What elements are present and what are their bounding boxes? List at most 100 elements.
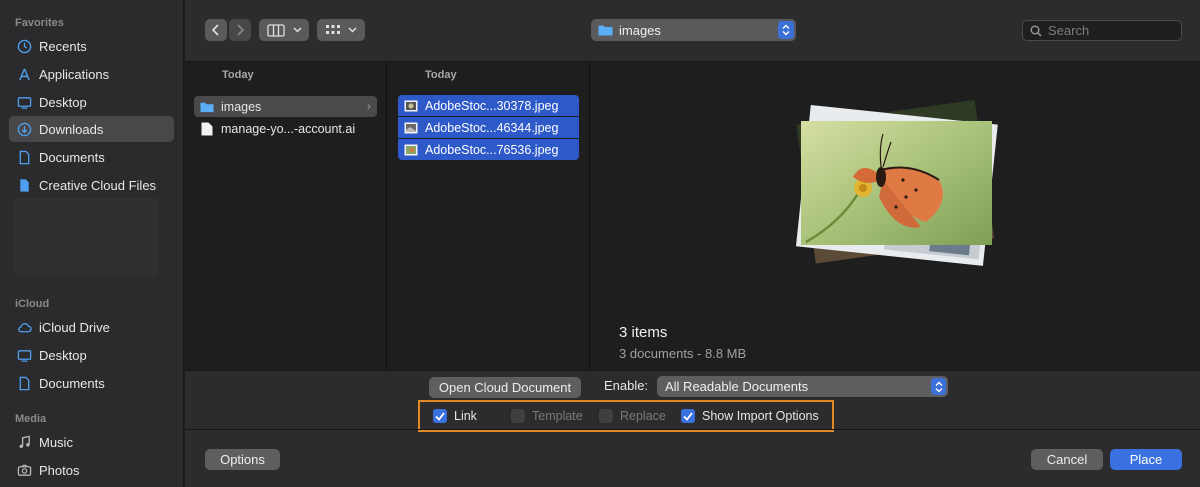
sidebar-item-label: Desktop (39, 347, 87, 363)
desktop-icon (17, 348, 32, 363)
sidebar-item-label: Photos (39, 462, 80, 478)
forward-button[interactable] (229, 19, 251, 41)
list-item-label: AdobeStoc...46344.jpeg (425, 120, 559, 135)
enable-select-value: All Readable Documents (665, 379, 809, 394)
clock-icon (17, 39, 32, 54)
grid-icon (325, 24, 341, 36)
search-icon (1030, 25, 1042, 37)
applications-icon (17, 67, 32, 82)
file-icon (200, 122, 214, 136)
browser-column-2[interactable]: Today AdobeStoc...30378.jpeg AdobeStoc..… (388, 62, 590, 370)
chevron-right-icon: › (367, 99, 371, 113)
path-popup-label: images (619, 22, 661, 38)
columns-view-icon (266, 23, 285, 37)
sidebar-item-icloud-documents[interactable]: Documents (9, 370, 174, 396)
checkmark-icon (433, 409, 447, 423)
enable-label: Enable: (604, 378, 649, 393)
media-section-title: Media (15, 413, 47, 425)
list-item-image-1[interactable]: AdobeStoc...30378.jpeg (398, 95, 579, 116)
show-import-options-checkbox[interactable]: Show Import Options (681, 409, 819, 423)
checkbox-label: Link (454, 409, 477, 423)
chevron-left-icon (211, 24, 221, 36)
search-field[interactable]: Search (1022, 20, 1182, 41)
list-item-label: AdobeStoc...76536.jpeg (425, 142, 559, 157)
music-icon (17, 435, 32, 450)
sidebar-item-label: Desktop (39, 94, 87, 110)
sidebar-item-label: iCloud Drive (39, 319, 110, 335)
view-mode-button[interactable] (259, 19, 309, 41)
document-icon (17, 150, 32, 165)
folder-icon (598, 24, 613, 36)
sidebar-item-label: Creative Cloud Files (39, 177, 157, 193)
sidebar-item-label: Documents (39, 149, 105, 165)
list-item-image-2[interactable]: AdobeStoc...46344.jpeg (398, 117, 579, 138)
preview-title: 3 items (619, 324, 668, 341)
sidebar-item-creative-cloud-files[interactable]: Creative Cloud Files (9, 172, 174, 198)
bottom-bar: Open Cloud Document Enable: All Readable… (185, 370, 1200, 487)
sidebar: Favorites Recents Applications Desktop D… (0, 0, 184, 487)
options-button[interactable]: Options (205, 449, 280, 470)
chevron-right-icon (235, 24, 245, 36)
icloud-section-title: iCloud (15, 298, 50, 310)
sidebar-item-photos[interactable]: Photos (9, 457, 174, 483)
sidebar-item-desktop[interactable]: Desktop (9, 89, 174, 115)
back-button[interactable] (205, 19, 227, 41)
document-icon (17, 376, 32, 391)
sidebar-item-icloud-desktop[interactable]: Desktop (9, 342, 174, 368)
divider (185, 429, 1200, 430)
list-item-label: AdobeStoc...30378.jpeg (425, 98, 559, 113)
downloads-icon (17, 122, 32, 137)
checkmark-icon (681, 409, 695, 423)
list-item-images-folder[interactable]: images › (194, 96, 377, 117)
column-header: Today (425, 69, 457, 81)
checkbox-label: Replace (620, 409, 666, 423)
image-file-icon (404, 121, 418, 135)
template-checkbox[interactable]: Template (511, 409, 583, 423)
column-header: Today (222, 69, 254, 81)
path-popup[interactable]: images (591, 19, 796, 41)
camera-icon (17, 463, 32, 478)
sidebar-item-downloads[interactable]: Downloads (9, 116, 174, 142)
list-item-file[interactable]: manage-yo...-account.ai (194, 118, 377, 139)
cancel-button[interactable]: Cancel (1031, 449, 1103, 470)
link-checkbox[interactable]: Link (433, 409, 477, 423)
place-button[interactable]: Place (1110, 449, 1182, 470)
browser-column-1[interactable]: Today images › manage-yo...-account.ai (185, 62, 387, 370)
chevron-down-icon (292, 27, 302, 33)
obscured-region (14, 198, 158, 276)
cloud-icon (17, 320, 32, 335)
checkbox-box (599, 409, 613, 423)
list-item-label: images (221, 99, 262, 114)
favorites-section-title: Favorites (15, 17, 64, 29)
image-stack-preview (795, 99, 998, 266)
list-item-image-3[interactable]: AdobeStoc...76536.jpeg (398, 139, 579, 160)
sidebar-item-recents[interactable]: Recents (9, 33, 174, 59)
sidebar-item-applications[interactable]: Applications (9, 61, 174, 87)
sidebar-item-label: Music (39, 434, 73, 450)
file-icon (17, 178, 32, 193)
checkbox-label: Template (532, 409, 583, 423)
folder-icon (200, 100, 214, 114)
preview-subtitle: 3 documents - 8.8 MB (619, 346, 747, 361)
toolbar: images Search (185, 0, 1200, 62)
image-file-icon (404, 143, 418, 157)
sidebar-item-icloud-drive[interactable]: iCloud Drive (9, 314, 174, 340)
list-item-label: manage-yo...-account.ai (221, 121, 356, 136)
sidebar-item-label: Documents (39, 375, 105, 391)
image-file-icon (404, 99, 418, 113)
preview-pane: 3 items 3 documents - 8.8 MB (591, 62, 1200, 370)
updown-chevron-icon (931, 378, 946, 395)
group-by-button[interactable] (317, 19, 365, 41)
updown-chevron-icon (778, 21, 794, 39)
replace-checkbox[interactable]: Replace (599, 409, 666, 423)
desktop-icon (17, 95, 32, 110)
checkbox-label: Show Import Options (702, 409, 819, 423)
open-cloud-document-button[interactable]: Open Cloud Document (429, 377, 581, 398)
enable-select[interactable]: All Readable Documents (657, 376, 948, 397)
checkbox-box (511, 409, 525, 423)
sidebar-item-label: Applications (39, 66, 110, 82)
chevron-down-icon (348, 27, 357, 33)
sidebar-item-documents[interactable]: Documents (9, 144, 174, 170)
sidebar-item-music[interactable]: Music (9, 429, 174, 455)
sidebar-item-label: Recents (39, 38, 87, 54)
